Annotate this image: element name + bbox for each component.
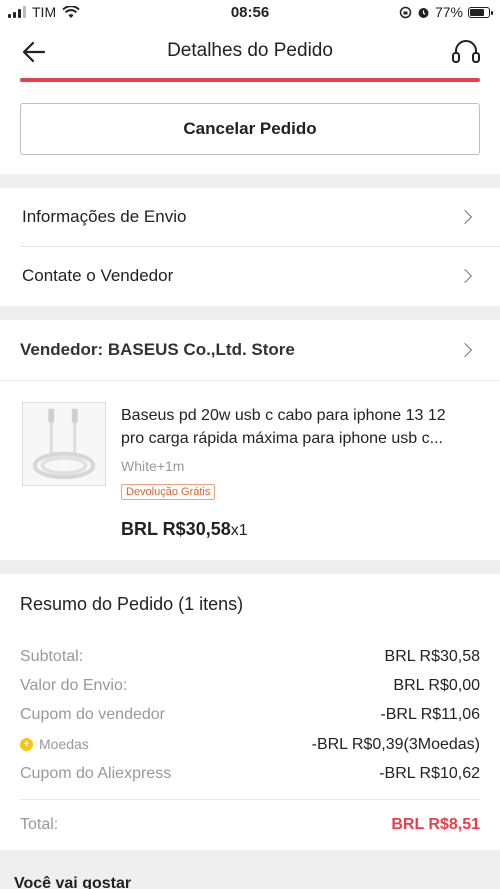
product-thumbnail[interactable] xyxy=(22,402,106,486)
status-bar: TIM 08:56 77% xyxy=(0,0,500,26)
summary-row-value: BRL R$30,58 xyxy=(384,648,480,665)
shipping-info-row[interactable]: Informações de Envio xyxy=(0,188,500,246)
quantity-label: x1 xyxy=(230,522,248,539)
battery-percent: 77% xyxy=(434,4,463,20)
app-header: Detalhes do Pedido xyxy=(0,26,500,76)
page-title: Detalhes do Pedido xyxy=(167,40,333,61)
summary-row-label: Subtotal: xyxy=(20,648,84,665)
contact-seller-label: Contate o Vendedor xyxy=(22,266,174,285)
summary-row-value: -BRL R$10,62 xyxy=(379,765,480,782)
chevron-right-icon xyxy=(457,268,473,284)
summary-row-label: + Moedas xyxy=(20,736,89,752)
product-title-line2: pro carga rápida máxima para iphone usb … xyxy=(121,430,443,447)
summary-row-label: Cupom do Aliexpress xyxy=(20,765,172,782)
summary-row: Cupom do Aliexpress -BRL R$10,62 xyxy=(20,765,480,787)
summary-row: Valor do Envio: BRL R$0,00 xyxy=(20,677,480,699)
summary-row: Subtotal: BRL R$30,58 xyxy=(20,648,480,670)
total-label: Total: xyxy=(20,816,59,833)
contact-seller-row[interactable]: Contate o Vendedor xyxy=(0,247,500,305)
vendor-row[interactable]: Vendedor: BASEUS Co.,Ltd. Store xyxy=(0,320,500,380)
headset-support-icon[interactable] xyxy=(450,36,482,68)
price-value: BRL R$30,58 xyxy=(121,519,231,539)
vendor-label: Vendedor: BASEUS Co.,Ltd. Store xyxy=(20,340,295,359)
product-title[interactable]: Baseus pd 20w usb c cabo para iphone 13 … xyxy=(121,404,481,450)
summary-row-label: Valor do Envio: xyxy=(20,677,128,694)
order-progress-bar xyxy=(20,78,480,82)
status-right: 77% xyxy=(399,4,493,20)
coins-label: Moedas xyxy=(39,736,89,752)
summary-row-label: Cupom do vendedor xyxy=(20,706,165,723)
summary-row: Cupom do vendedor -BRL R$11,06 xyxy=(20,706,480,728)
battery-icon xyxy=(468,6,493,18)
recommendations-heading: Você vai gostar xyxy=(14,875,132,889)
summary-divider xyxy=(20,799,480,800)
chevron-right-icon xyxy=(457,342,473,358)
rotation-lock-icon xyxy=(399,6,412,18)
summary-row-value: -BRL R$0,39(3Moedas) xyxy=(311,736,480,753)
product-price: BRL R$30,58x1 xyxy=(121,519,248,540)
summary-row-value: -BRL R$11,06 xyxy=(380,706,480,723)
alarm-icon xyxy=(418,7,429,18)
product-variant: White+1m xyxy=(121,458,185,474)
summary-row: + Moedas -BRL R$0,39(3Moedas) xyxy=(20,736,480,758)
summary-total-row: Total: BRL R$8,51 xyxy=(20,816,480,838)
coin-icon: + xyxy=(20,737,33,751)
vendor-divider xyxy=(0,380,500,381)
cancel-order-button[interactable]: Cancelar Pedido xyxy=(20,103,480,155)
chevron-right-icon xyxy=(457,209,473,225)
summary-title: Resumo do Pedido (1 itens) xyxy=(20,594,244,614)
total-value: BRL R$8,51 xyxy=(391,816,480,833)
summary-row-value: BRL R$0,00 xyxy=(393,677,480,694)
free-return-badge: Devolução Grátis xyxy=(121,484,216,500)
product-title-line1: Baseus pd 20w usb c cabo para iphone 13 … xyxy=(121,407,446,424)
shipping-info-label: Informações de Envio xyxy=(22,207,187,226)
links-card: Informações de Envio Contate o Vendedor xyxy=(0,188,500,306)
